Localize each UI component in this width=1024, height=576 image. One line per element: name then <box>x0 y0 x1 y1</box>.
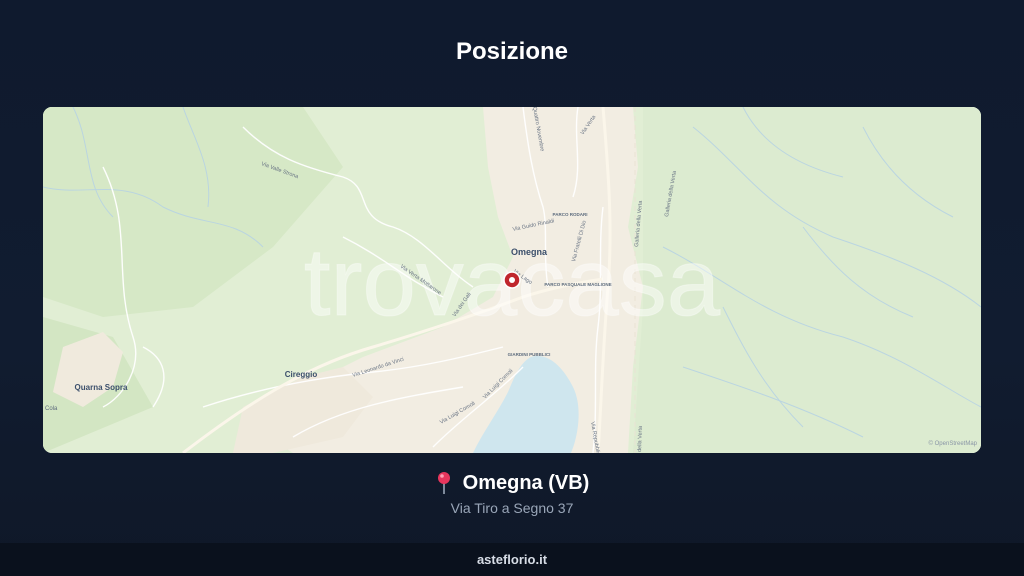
map-label-park-pasquale: PARCO PASQUALE MAGLIONE <box>544 282 611 287</box>
map-label-street: della Verta <box>637 425 644 452</box>
location-marker-icon[interactable] <box>503 271 521 289</box>
page-title: Posizione <box>455 38 569 65</box>
map-attribution[interactable]: © OpenStreetMap <box>929 440 978 447</box>
map-label-town: Omegna <box>511 247 548 257</box>
location-name: Omegna (VB) <box>462 471 590 494</box>
location-address: Via Tiro a Segno 37 <box>450 500 574 516</box>
map-canvas[interactable]: trovacasa Omegna Cireggio Quarna Sopra C… <box>43 107 981 453</box>
map-label-hamlet: Quarna Sopra <box>75 383 128 392</box>
map-label-village: Cireggio <box>285 370 318 379</box>
map-label-edge: Cola <box>45 406 58 412</box>
footer-site-link[interactable]: asteflorio.it <box>477 552 547 567</box>
footer: asteflorio.it <box>0 543 1024 576</box>
location-heading: Omegna (VB) <box>0 471 1024 495</box>
pin-icon <box>437 472 450 494</box>
map-view[interactable]: trovacasa Omegna Cireggio Quarna Sopra C… <box>43 107 981 453</box>
map-label-park-rodari: PARCO RODARI <box>553 212 588 217</box>
map-label-park-giardini: GIARDINI PUBBLICI <box>508 352 551 357</box>
